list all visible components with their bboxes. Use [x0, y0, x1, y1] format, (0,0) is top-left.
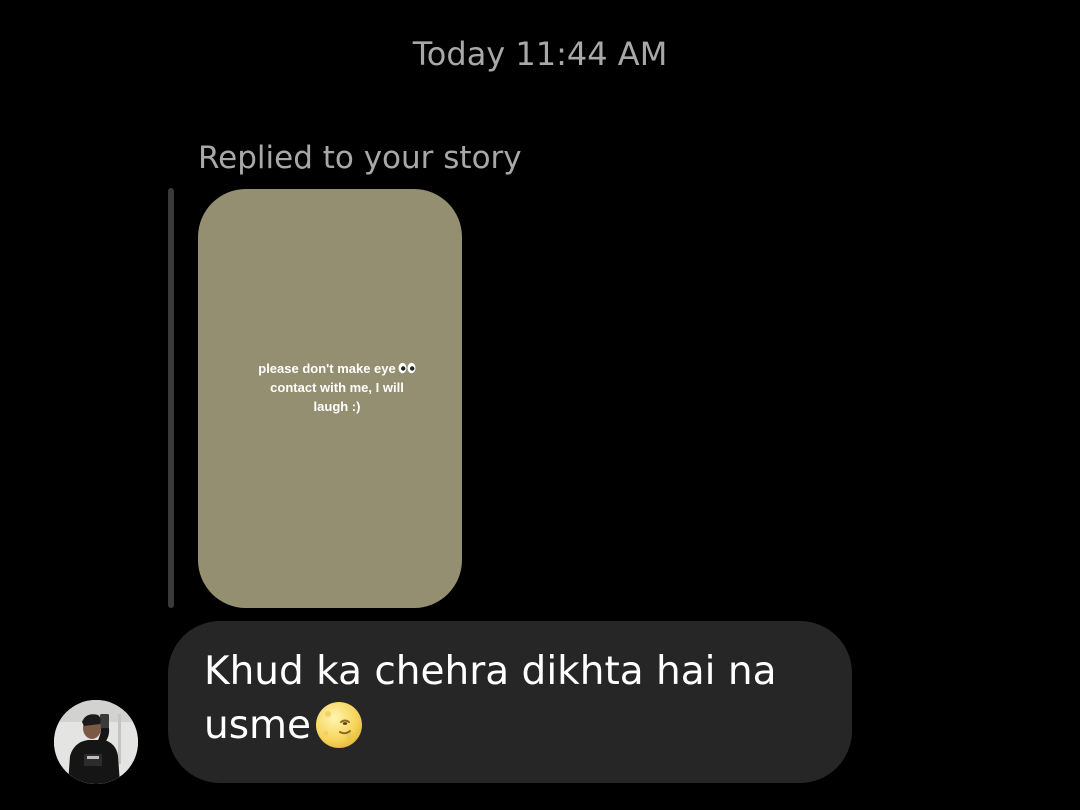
message-bubble[interactable]: Khud ka chehra dikhta hai na usme	[168, 621, 852, 783]
eyes-icon	[398, 362, 416, 374]
story-preview[interactable]: please don't make eye contact with me, I…	[198, 189, 462, 608]
message-text-line-2: usme	[204, 699, 822, 753]
story-caption: please don't make eye contact with me, I…	[242, 359, 432, 416]
message-timestamp: Today 11:44 AM	[412, 35, 668, 73]
message-text-line-1: Khud ka chehra dikhta hai na	[204, 649, 777, 694]
story-caption-line-2: contact with me, I will	[270, 380, 404, 395]
smirking-moon-face-icon	[314, 700, 364, 750]
story-caption-line-1: please don't make eye	[242, 359, 432, 378]
reply-indicator-bar	[168, 188, 174, 608]
replied-to-story-label: Replied to your story	[198, 140, 522, 176]
story-caption-line-3: laugh :)	[313, 399, 361, 414]
avatar[interactable]	[54, 700, 138, 784]
